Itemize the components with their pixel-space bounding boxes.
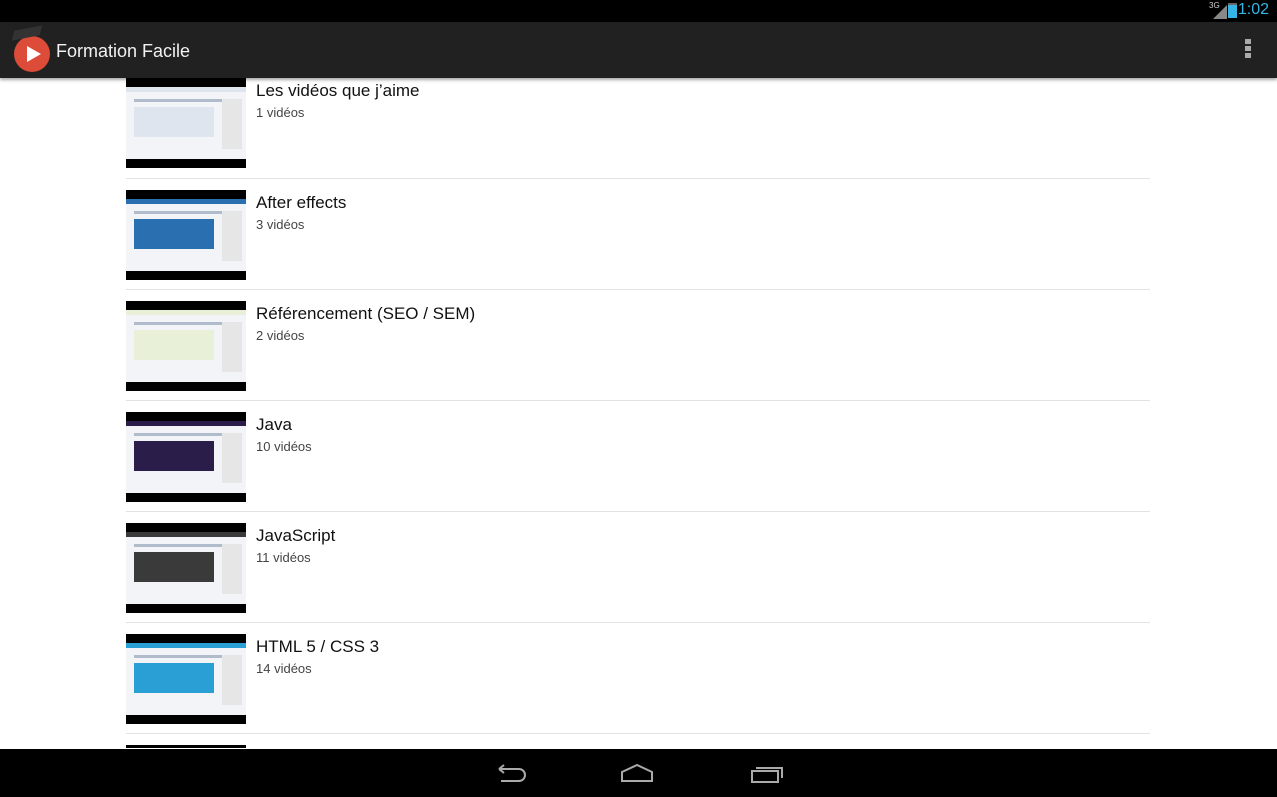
playlist-video-count: 3 vidéos xyxy=(256,217,305,232)
playlist-title: Référencement (SEO / SEM) xyxy=(256,304,476,323)
action-bar: Formation Facile xyxy=(0,22,1277,78)
playlist-video-count: 1 vidéos xyxy=(256,105,305,120)
clock: 1:02 xyxy=(1237,1,1269,18)
playlist-list[interactable]: Les vidéos que j’aime 1 vidéos After eff… xyxy=(0,67,1277,749)
playlist-title: HTML 5 / CSS 3 xyxy=(256,637,380,656)
playlist-item[interactable] xyxy=(126,733,1150,748)
playlist-thumbnail xyxy=(126,745,246,748)
recent-apps-icon[interactable] xyxy=(750,763,784,783)
app-logo-icon[interactable] xyxy=(14,36,50,72)
playlist-thumbnail xyxy=(126,634,246,724)
playlist-title: Les vidéos que j’aime xyxy=(256,81,420,100)
playlist-video-count: 14 vidéos xyxy=(256,661,312,676)
playlist-thumbnail xyxy=(126,523,246,613)
overflow-menu-icon[interactable] xyxy=(1245,39,1251,60)
playlist-item[interactable]: JavaScript 11 vidéos xyxy=(126,511,1150,622)
signal-icon: 3G xyxy=(1209,1,1227,19)
playlist-thumbnail xyxy=(126,301,246,391)
playlist-title: Java xyxy=(256,415,292,434)
playlist-thumbnail xyxy=(126,78,246,168)
playlist-title: After effects xyxy=(256,193,347,212)
playlist-item[interactable]: Référencement (SEO / SEM) 2 vidéos xyxy=(126,289,1150,400)
playlist-thumbnail xyxy=(126,412,246,502)
playlist-video-count: 2 vidéos xyxy=(256,328,305,343)
back-icon[interactable] xyxy=(493,763,527,783)
app-title: Formation Facile xyxy=(56,41,191,61)
playlist-video-count: 11 vidéos xyxy=(256,550,311,565)
home-icon[interactable] xyxy=(620,763,654,783)
navigation-bar xyxy=(0,749,1277,797)
status-bar: 3G 1:02 xyxy=(0,0,1277,22)
playlist-item[interactable]: HTML 5 / CSS 3 14 vidéos xyxy=(126,622,1150,733)
playlist-item[interactable]: After effects 3 vidéos xyxy=(126,178,1150,289)
playlist-item[interactable]: Les vidéos que j’aime 1 vidéos xyxy=(126,67,1150,178)
battery-charging-icon xyxy=(1228,3,1237,18)
playlist-video-count: 10 vidéos xyxy=(256,439,312,454)
playlist-title: JavaScript xyxy=(256,526,336,545)
playlist-thumbnail xyxy=(126,190,246,280)
network-type: 3G xyxy=(1209,1,1220,10)
playlist-item[interactable]: Java 10 vidéos xyxy=(126,400,1150,511)
